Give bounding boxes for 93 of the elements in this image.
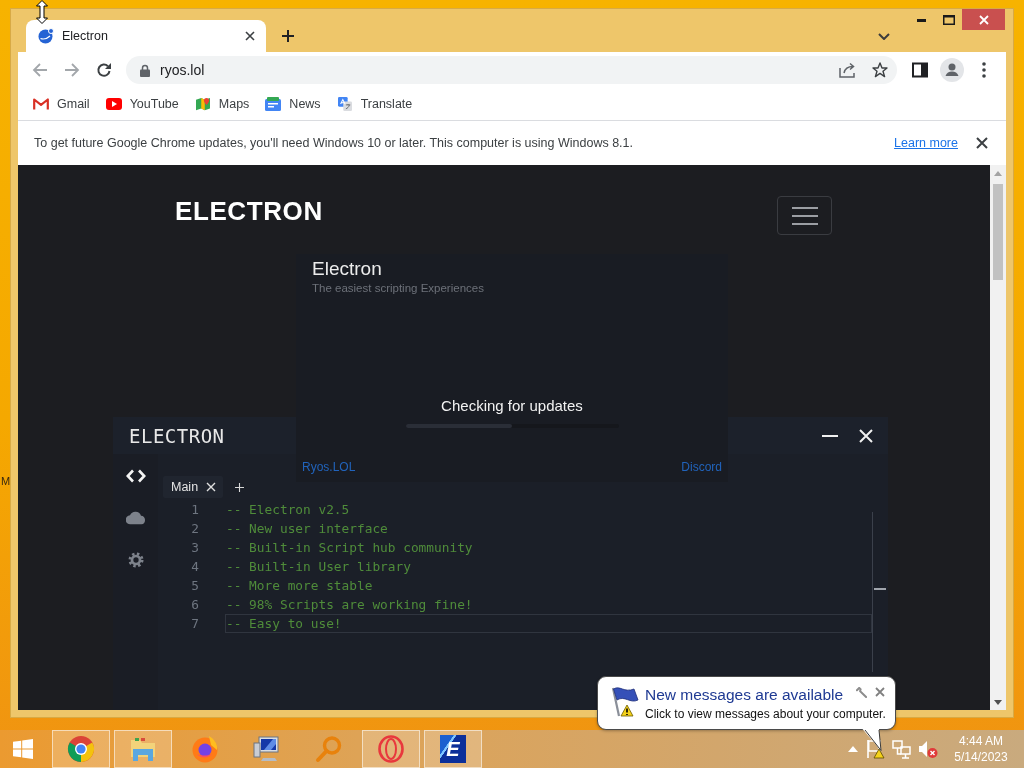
line-number: 7 [191, 615, 199, 633]
loader-subtitle: The easiest scripting Experiences [312, 281, 484, 295]
notification-balloon[interactable]: New messages are available Click to view messages about your computer. [597, 676, 896, 730]
close-icon [874, 687, 885, 697]
plus-icon [234, 482, 244, 492]
computer-icon [253, 735, 281, 763]
line-number: 3 [191, 539, 199, 557]
maximize-icon [942, 14, 955, 25]
bookmark-link[interactable]: Maps [186, 90, 258, 118]
browser-tab[interactable]: Electron [26, 20, 266, 52]
muted-speaker-icon [918, 739, 938, 759]
code-line: -- 98% Scripts are working fine! [225, 596, 474, 614]
star-icon [872, 62, 888, 78]
folder-icon [129, 735, 157, 763]
notification-title: New messages are available [645, 685, 844, 705]
close-icon [859, 428, 873, 443]
reload-icon [96, 62, 112, 78]
triangle-up-icon [994, 170, 1002, 176]
app-logo: E [440, 735, 466, 763]
line-number: 1 [191, 501, 199, 519]
start-logo-icon [13, 739, 33, 759]
newspaper-icon [265, 97, 282, 111]
close-icon [206, 482, 217, 492]
site-brand-title: ELECTRON [175, 196, 323, 226]
person-silhouette-icon [940, 58, 964, 82]
minimize-icon [822, 434, 838, 437]
code-brackets-icon [125, 468, 146, 484]
taskbar-app-button[interactable] [52, 730, 110, 768]
line-number: 4 [191, 558, 199, 576]
scroll-thumb[interactable] [874, 588, 886, 590]
browser-icon [67, 735, 95, 763]
editor-scrollbar[interactable] [872, 512, 888, 672]
more-vertical-icon [982, 62, 986, 78]
lock-icon [140, 63, 150, 77]
code-line: -- More more stable [225, 577, 374, 595]
bookmark-link[interactable]: Gmail [25, 90, 98, 118]
globe-swirl-icon [191, 735, 219, 763]
loader-title: Electron [312, 257, 382, 281]
menu-button[interactable] [777, 196, 832, 235]
flag-warning-icon [866, 739, 886, 759]
menu-icon [791, 206, 818, 225]
learn-more-link[interactable]: Learn more [894, 136, 958, 150]
ring-icon [377, 735, 405, 763]
page-scrollbar[interactable] [990, 165, 1006, 710]
bookmark-link[interactable]: Translate [328, 90, 421, 118]
cloud-icon [125, 510, 146, 526]
update-status: Checking for updates [441, 396, 583, 416]
wrench-icon [855, 686, 867, 698]
translate-icon [336, 97, 353, 111]
resize-cursor-icon [36, 0, 48, 24]
close-notification-button[interactable] [873, 686, 886, 698]
code-line: -- Built-in User library [225, 558, 412, 576]
magnifier-icon [315, 735, 343, 763]
editor-tab[interactable]: Main [163, 476, 224, 498]
profile-button[interactable] [938, 56, 966, 84]
close-window-button[interactable] [962, 9, 1005, 30]
code-line: -- Easy to use! [225, 614, 872, 633]
code-line: -- New user interface [225, 520, 389, 538]
close-icon [245, 31, 255, 41]
close-icon [978, 14, 989, 25]
infobar-message: To get future Google Chrome updates, you'll need Windows 10 or later. This computer is using Windows 8.1. [34, 136, 633, 150]
editor-title: ELECTRON [129, 424, 225, 447]
address-field[interactable]: ryos.lol [126, 56, 897, 84]
planet-icon [38, 28, 54, 44]
code-line: -- Electron v2.5 [225, 501, 351, 519]
new-tab-button[interactable] [233, 481, 246, 493]
bookmark-link[interactable]: News [257, 90, 329, 118]
notification-body: Click to view messages about your computer. [645, 706, 886, 722]
triangle-down-icon [994, 699, 1002, 705]
back-arrow-icon [32, 62, 48, 78]
taskbar-app-button[interactable]: E [424, 730, 482, 768]
code-line: -- Built-in Script hub community [225, 539, 474, 557]
close-icon [976, 137, 988, 149]
minimize-icon [916, 19, 926, 22]
line-number: 2 [191, 520, 199, 538]
scroll-thumb[interactable] [993, 184, 1003, 280]
network-icon [892, 739, 912, 759]
close-tab-button[interactable] [205, 481, 218, 493]
forward-arrow-icon [64, 62, 80, 78]
plus-icon [282, 30, 294, 42]
map-pin-icon [194, 97, 211, 111]
video-play-icon [105, 97, 122, 111]
chevron-down-icon [878, 32, 890, 40]
caret-up-icon [848, 746, 858, 752]
desktop-icon-label: M [1, 475, 11, 488]
share-icon [839, 62, 857, 78]
bookmark-link[interactable]: YouTube [97, 90, 187, 118]
mail-icon [33, 97, 49, 111]
flag-warning-icon [610, 686, 640, 718]
line-number: 6 [191, 596, 199, 614]
taskbar-app-button[interactable] [362, 730, 420, 768]
line-number: 5 [191, 577, 199, 595]
side-panel-icon [912, 62, 928, 78]
